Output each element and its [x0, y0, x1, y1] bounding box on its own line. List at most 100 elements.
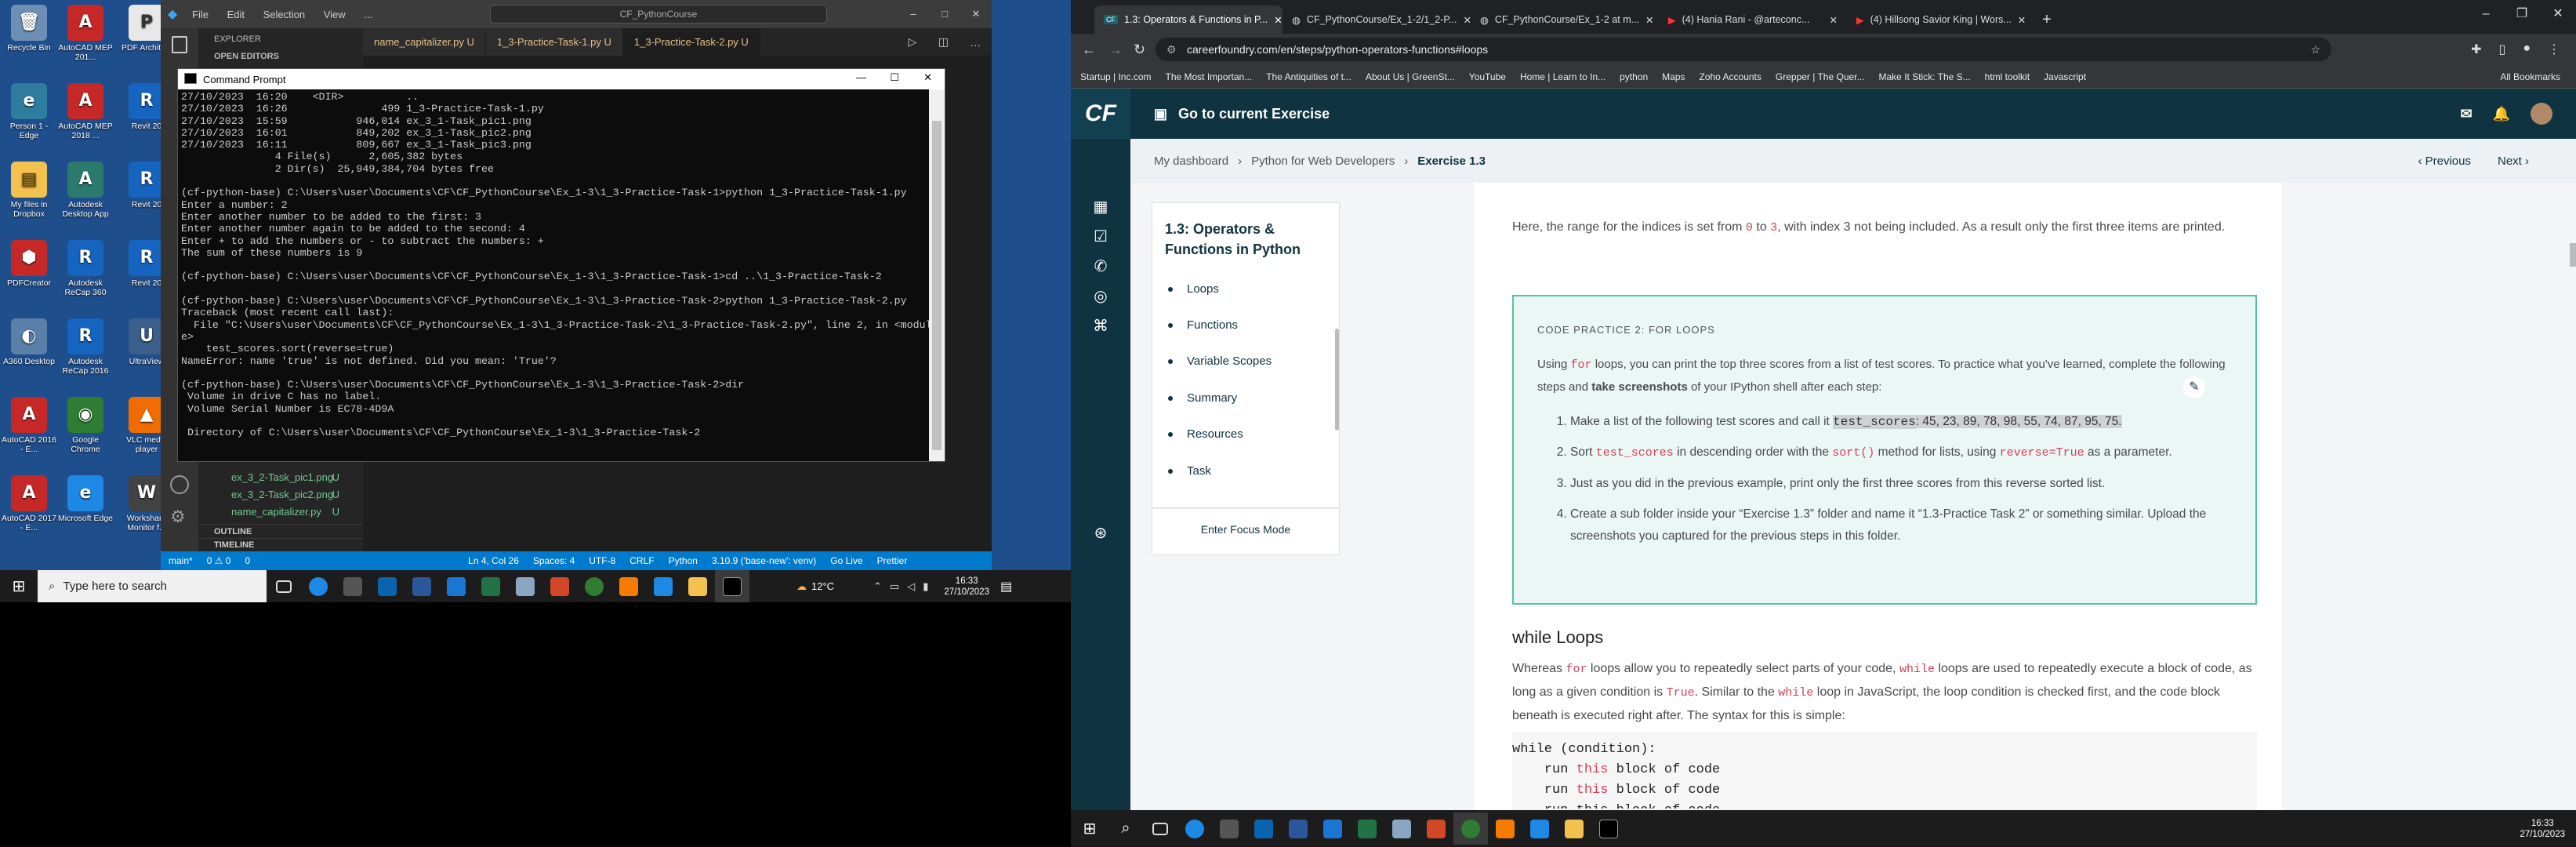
close-tab-icon[interactable]: ✕	[1463, 14, 1471, 26]
close-tab-icon[interactable]: ✕	[2018, 14, 2026, 26]
desktop-icon-chrome[interactable]: ◉ Google Chrome	[56, 394, 114, 469]
toc-item-variable-scopes[interactable]: Variable Scopes	[1168, 354, 1272, 368]
git-branch[interactable]: main*	[169, 555, 193, 566]
file-item[interactable]: name_capitalizer.py U	[198, 503, 363, 521]
taskbar-search[interactable]: ⌕ Type here to search	[38, 570, 267, 602]
profile-avatar[interactable]: ●	[2523, 42, 2531, 57]
tab-github-1[interactable]: ◍ CF_PythonCourse/Ex_1-2/1_2-P... ✕	[1283, 5, 1471, 34]
line-ending[interactable]: CRLF	[629, 555, 654, 566]
community-icon[interactable]: ◎	[1090, 285, 1112, 307]
minimize-icon[interactable]: –	[898, 0, 929, 28]
toc-scrollbar[interactable]	[1335, 329, 1339, 431]
toc-title[interactable]: 1.3: Operators & Functions in Python	[1152, 203, 1339, 267]
volume-icon[interactable]: ◁	[907, 580, 915, 593]
desktop-icon-autocad-2016[interactable]: A AutoCAD 2016 - E...	[0, 394, 58, 469]
desktop-icon-edge-person[interactable]: e Person 1 - Edge	[0, 80, 58, 155]
bookmark-item[interactable]: Home | Learn to In...	[1520, 71, 1605, 82]
bookmark-item[interactable]: html toolkit	[1985, 71, 2030, 82]
cmd-output[interactable]: 27/10/2023 16:20 <DIR> .. 27/10/2023 16:2…	[178, 89, 929, 461]
breadcrumb-course[interactable]: Python for Web Developers	[1251, 154, 1395, 168]
tab-youtube-1[interactable]: ▶ (4) Hania Rani - @arteconc... ✕	[1659, 5, 1847, 34]
outlook-taskbar-icon[interactable]	[1246, 812, 1281, 845]
desktop-icon-autocad-mep-2018[interactable]: A AutoCAD MEP 2018 ...	[56, 80, 114, 155]
bell-icon[interactable]: 🔔	[2493, 106, 2510, 122]
search-icon[interactable]: ⌕	[1108, 812, 1143, 845]
tab-youtube-2[interactable]: ▶ (4) Hillsong Savior King | Wors... ✕	[1847, 5, 2035, 34]
go-live-button[interactable]: Go Live	[830, 555, 862, 566]
close-tab-icon[interactable]: ✕	[1274, 14, 1282, 26]
cf-logo[interactable]: CF	[1071, 89, 1130, 139]
tab-github-2[interactable]: ◍ CF_PythonCourse/Ex_1-2 at m... ✕	[1471, 5, 1659, 34]
desktop-icon-pdfcreator[interactable]: ⬢ PDFCreator	[0, 237, 58, 312]
weather-widget[interactable]: ☁ 12°C	[796, 580, 834, 593]
more-actions-icon[interactable]: …	[970, 36, 981, 49]
mail-taskbar-icon[interactable]	[1315, 812, 1350, 845]
menu-more[interactable]: ...	[364, 9, 372, 20]
all-bookmarks[interactable]: All Bookmarks	[2500, 71, 2560, 82]
start-icon[interactable]: ⊞	[0, 570, 38, 602]
minimize-icon[interactable]: —	[856, 71, 866, 83]
bookmark-star-icon[interactable]: ☆	[2310, 38, 2320, 61]
code-block[interactable]: while (condition): run this block of cod…	[1512, 732, 2257, 810]
bookmark-item[interactable]: About Us | GreenSt...	[1366, 71, 1455, 82]
tab-name-capitalizer[interactable]: name_capitalizer.py U	[363, 28, 486, 56]
toc-item-summary[interactable]: Summary	[1168, 391, 1237, 405]
page-scrollbar-thumb[interactable]	[2570, 243, 2576, 267]
close-icon[interactable]: ✕	[923, 71, 932, 84]
maximize-icon[interactable]: ❐	[2504, 0, 2540, 28]
pencil-icon[interactable]: ✎	[2183, 376, 2205, 398]
store-taskbar-icon[interactable]	[1212, 812, 1246, 845]
powerpoint-taskbar-icon[interactable]	[542, 570, 577, 602]
bookmark-item[interactable]: YouTube	[1469, 71, 1506, 82]
prettier-status[interactable]: Prettier	[877, 555, 908, 566]
toc-item-task[interactable]: Task	[1168, 464, 1211, 478]
side-panel-icon[interactable]: ▯	[2499, 42, 2506, 57]
scrollbar-thumb[interactable]	[932, 121, 942, 450]
dashboard-icon[interactable]: ▦	[1090, 195, 1112, 217]
file-item[interactable]: ex_3_2-Task_pic1.png U	[198, 469, 363, 486]
menu-file[interactable]: File	[192, 9, 209, 20]
explorer-taskbar-icon[interactable]	[680, 570, 715, 602]
desktop-icon-a360[interactable]: ◐ A360 Desktop	[0, 315, 58, 391]
maximize-icon[interactable]: □	[929, 0, 960, 28]
outline-section[interactable]: OUTLINE	[198, 524, 363, 538]
menu-view[interactable]: View	[324, 9, 346, 20]
enter-focus-mode-button[interactable]: Enter Focus Mode	[1152, 523, 1339, 536]
previous-button[interactable]: ‹ Previous	[2418, 154, 2471, 168]
explorer-taskbar-icon[interactable]	[1557, 812, 1591, 845]
menu-edit[interactable]: Edit	[227, 9, 245, 20]
app-taskbar-icon[interactable]	[1488, 812, 1522, 845]
excel-taskbar-icon[interactable]	[1350, 812, 1384, 845]
desktop-icon-recap-360[interactable]: R Autodesk ReCap 360	[56, 237, 114, 312]
network-icon[interactable]: ▭	[890, 580, 899, 593]
mail-icon[interactable]: ✉	[2460, 106, 2472, 122]
close-icon[interactable]: ✕	[960, 0, 992, 28]
encoding[interactable]: UTF-8	[589, 555, 615, 566]
powerpoint-taskbar-icon[interactable]	[1419, 812, 1453, 845]
run-icon[interactable]: ▷	[909, 35, 917, 49]
start-icon[interactable]: ⊞	[1071, 812, 1108, 845]
bookmark-item[interactable]: The Antiquities of t...	[1266, 71, 1351, 82]
taskbar-clock[interactable]: 16:33 27/10/2023	[944, 576, 989, 598]
minimize-icon[interactable]: –	[2468, 0, 2504, 28]
cmd-taskbar-icon[interactable]	[1591, 812, 1626, 845]
help-icon[interactable]: ⊛	[1090, 522, 1112, 543]
forward-icon[interactable]: →	[1108, 42, 1123, 58]
close-tab-icon[interactable]: ✕	[1645, 14, 1653, 26]
open-editors-header[interactable]: OPEN EDITORS	[198, 50, 363, 63]
task-view-icon[interactable]	[267, 570, 301, 602]
close-icon[interactable]: ✕	[2540, 0, 2576, 28]
battery-icon[interactable]: ▮	[923, 580, 928, 593]
bookmark-item[interactable]: The Most Importan...	[1166, 71, 1253, 82]
cmd-scrollbar[interactable]	[929, 89, 945, 461]
excel-taskbar-icon[interactable]	[473, 570, 508, 602]
split-editor-icon[interactable]: ◫	[938, 35, 949, 49]
vscode-taskbar-icon[interactable]	[1522, 812, 1557, 845]
phone-icon[interactable]: ✆	[1090, 255, 1112, 277]
tray-chevron-icon[interactable]: ⌃	[873, 580, 882, 593]
outlook-taskbar-icon[interactable]	[370, 570, 405, 602]
menu-icon[interactable]: ⋮	[2548, 42, 2560, 57]
task-view-icon[interactable]	[1143, 812, 1177, 845]
problems-count[interactable]: 0 ⚠ 0	[207, 555, 231, 566]
desktop-icon-recap-2016[interactable]: R Autodesk ReCap 2016	[56, 315, 114, 391]
